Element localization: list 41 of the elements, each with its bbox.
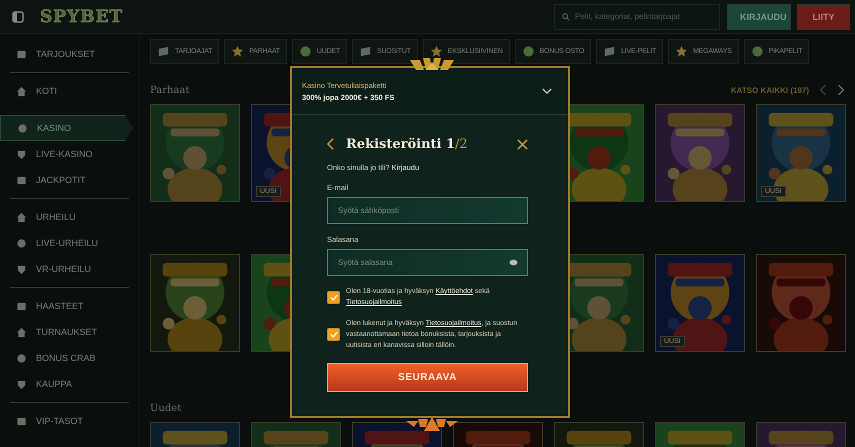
search-field[interactable]: Pelit, kategoriat, pelintarjoajat xyxy=(554,4,720,30)
sidebar-item[interactable]: KOTI xyxy=(0,78,133,104)
sidebar-toggle-icon[interactable] xyxy=(12,10,24,22)
next-button[interactable]: SEURAAVA xyxy=(327,363,528,392)
check-icon xyxy=(330,331,338,338)
header-button[interactable]: KIRJAUDU xyxy=(727,4,791,30)
header-button[interactable]: LIITY xyxy=(797,4,850,30)
chevron-left-icon[interactable] xyxy=(819,84,827,96)
sidebar-item[interactable]: HAASTEET xyxy=(0,293,133,319)
home-icon xyxy=(16,86,27,96)
logo[interactable]: SPYBET xyxy=(40,6,124,26)
sidebar-item[interactable]: TARJOUKSET xyxy=(0,41,133,67)
section-title: Parhaat xyxy=(150,84,190,96)
sidebar-item[interactable]: LIVE-KASINO xyxy=(0,141,133,167)
checkbox[interactable] xyxy=(327,328,340,341)
section-title: Uudet xyxy=(150,402,182,414)
step-total: /2 xyxy=(455,136,468,152)
email-field[interactable]: Syötä sähköposti xyxy=(327,197,528,224)
sidebar-item[interactable]: TURNAUKSET xyxy=(0,319,133,345)
password-field[interactable]: Syötä salasana xyxy=(327,249,528,276)
dialog-title: Rekisteröinti 1 xyxy=(346,136,456,152)
sidebar-item[interactable]: JACKPOTIT xyxy=(0,167,133,193)
fan-ornament xyxy=(404,415,460,431)
back-icon[interactable] xyxy=(327,138,334,150)
sidebar-item[interactable]: BONUS CRAB xyxy=(0,345,133,371)
search-icon xyxy=(562,12,570,20)
check-icon xyxy=(330,294,338,300)
sidebar-item[interactable]: VR-URHEILU xyxy=(0,256,133,282)
close-icon[interactable] xyxy=(517,138,528,150)
view-all-link[interactable]: KATSO KAIKKI (197) xyxy=(730,86,809,94)
sidebar-item[interactable]: URHEILU xyxy=(0,204,133,230)
checkbox[interactable] xyxy=(327,290,340,304)
sidebar-item[interactable]: KASINO xyxy=(0,115,133,141)
coin-icon xyxy=(298,45,312,58)
chevron-right-icon[interactable] xyxy=(837,84,845,96)
chevron-down-icon xyxy=(542,88,552,94)
sidebar-item[interactable]: LIVE-URHEILU xyxy=(0,230,133,256)
sidebar-item[interactable]: KAUPPA xyxy=(0,371,133,397)
star-icon xyxy=(231,45,244,58)
eye-icon[interactable] xyxy=(509,259,518,266)
sidebar-item[interactable]: VIP-TASOT xyxy=(0,408,133,434)
